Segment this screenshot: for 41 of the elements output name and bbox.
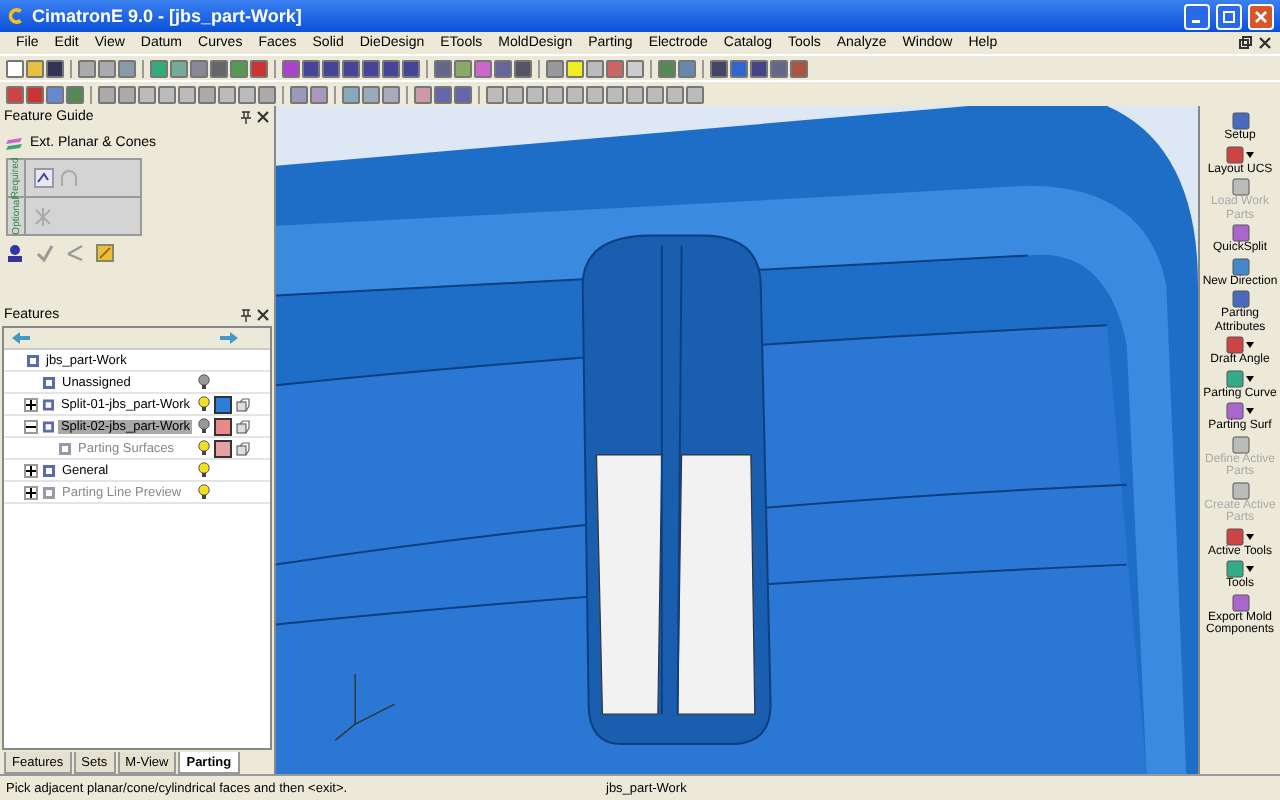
branch-icon[interactable] — [66, 243, 84, 261]
color-swatch[interactable] — [214, 395, 232, 413]
minimize-button[interactable] — [1184, 3, 1210, 29]
light-bulb-icon[interactable] — [198, 440, 210, 456]
caret-icon — [1246, 151, 1254, 157]
light-bulb-icon[interactable] — [198, 374, 210, 390]
planar-faces-icon — [6, 136, 24, 150]
check-icon[interactable] — [36, 243, 54, 261]
caret-icon — [1246, 342, 1254, 348]
close-button[interactable] — [1248, 3, 1274, 29]
light-bulb-icon[interactable] — [198, 462, 210, 478]
expand-toggle[interactable] — [24, 397, 38, 411]
close-icon — [1254, 9, 1268, 23]
pin-icon[interactable] — [240, 308, 252, 322]
expand-toggle[interactable] — [24, 485, 38, 499]
face-pick-icon[interactable] — [34, 168, 54, 188]
forward-arrow-icon[interactable] — [220, 332, 238, 344]
maximize-icon — [1222, 9, 1236, 23]
caret-icon — [1246, 566, 1254, 572]
close-icon[interactable] — [256, 308, 270, 322]
expand-toggle[interactable] — [24, 419, 38, 433]
caret-icon — [1246, 533, 1254, 539]
user-icon[interactable] — [6, 243, 24, 261]
expand-toggle[interactable] — [24, 463, 38, 477]
light-bulb-icon[interactable] — [198, 418, 210, 434]
maximize-button[interactable] — [1216, 3, 1242, 29]
back-arrow-icon[interactable] — [12, 332, 30, 344]
app-logo-icon — [6, 6, 26, 26]
tool-icon — [1231, 481, 1249, 499]
exit-icon[interactable] — [96, 243, 114, 261]
light-bulb-icon[interactable] — [198, 396, 210, 412]
close-icon[interactable] — [256, 110, 270, 124]
color-swatch[interactable] — [214, 417, 232, 435]
caret-icon — [1246, 408, 1254, 414]
close-icon[interactable] — [1258, 36, 1272, 50]
restore-icon[interactable] — [1238, 36, 1252, 50]
light-bulb-icon[interactable] — [198, 484, 210, 500]
color-swatch[interactable] — [214, 439, 232, 457]
pin-icon[interactable] — [240, 110, 252, 124]
window-title: CimatronE 9.0 - [jbs_part-Work] — [32, 6, 304, 26]
caret-icon — [1246, 375, 1254, 381]
